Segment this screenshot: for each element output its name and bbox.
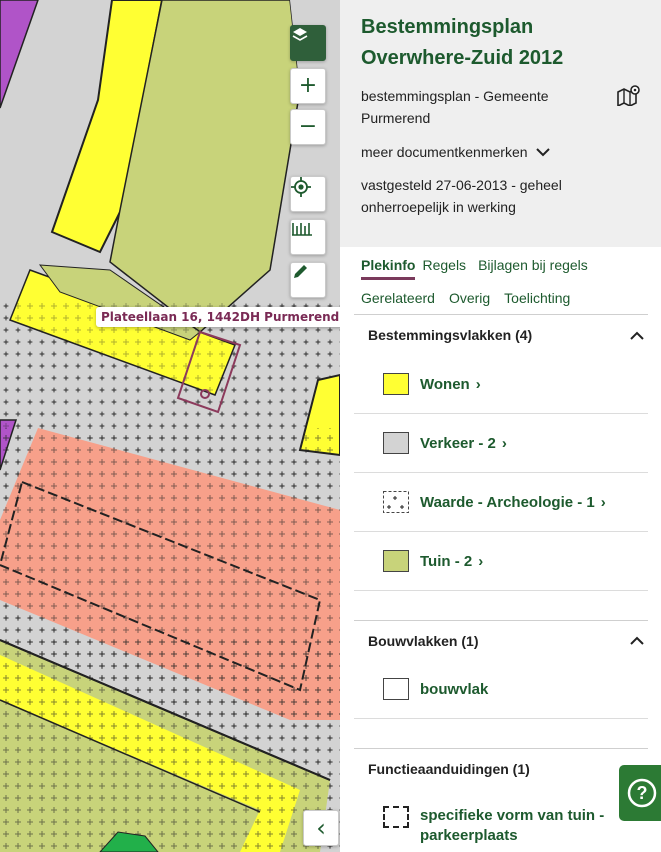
chevron-right-icon: › — [600, 493, 606, 511]
map-canvas[interactable] — [0, 0, 340, 852]
plan-subtitle: bestemmingsplan - Gemeente Purmerend — [361, 88, 549, 126]
section-header[interactable]: Functieaanduidingen (1) — [354, 748, 648, 788]
plan-status: vastgesteld 27-06-2013 - geheel onherroe… — [361, 177, 562, 215]
meer-label: meer documentkenmerken — [361, 144, 528, 160]
tab-overig[interactable]: Overig — [449, 282, 490, 315]
item-label: specifieke vorm van tuin - parkeerplaats — [420, 807, 605, 844]
layers-icon — [292, 28, 308, 41]
plus-icon: + — [298, 73, 318, 98]
list-item[interactable]: Tuin - 2 › — [354, 532, 648, 591]
item-label: bouwvlak — [420, 680, 489, 698]
item-label: Tuin - 2 — [420, 552, 473, 570]
section-header[interactable]: Bestemmingsvlakken (4) — [354, 315, 648, 355]
item-label: Wonen — [420, 375, 470, 393]
chevron-right-icon: › — [501, 434, 507, 452]
list-item[interactable]: Wonen › — [354, 355, 648, 414]
list-item[interactable]: Verkeer - 2 › — [354, 414, 648, 473]
section-functieaanduidingen: Functieaanduidingen (1) specifieke vorm … — [354, 748, 648, 852]
item-label: Waarde - Archeologie - 1 — [420, 493, 595, 511]
measure-button[interactable] — [290, 219, 326, 255]
section-title: Bestemmingsvlakken (4) — [368, 327, 533, 343]
zoom-in-button[interactable]: + — [290, 68, 326, 104]
section-header[interactable]: Bouwvlakken (1) — [354, 620, 648, 660]
chevron-up-icon — [630, 636, 644, 645]
map-pin-icon[interactable] — [617, 84, 641, 106]
color-swatch — [383, 678, 409, 700]
svg-text:?: ? — [637, 783, 648, 803]
tab-divider — [354, 314, 648, 315]
meer-documentkenmerken-toggle[interactable]: meer documentkenmerken — [361, 144, 641, 160]
collapse-panel-button[interactable]: ‹ — [303, 810, 339, 846]
tab-regels[interactable]: Regels — [422, 247, 466, 280]
zoom-out-button[interactable]: − — [290, 109, 326, 145]
chevron-left-icon: ‹ — [316, 814, 326, 842]
chevron-right-icon: › — [475, 375, 481, 393]
chevron-right-icon: › — [478, 552, 484, 570]
color-swatch — [383, 806, 409, 828]
info-panel: Bestemmingsplan Overwhere-Zuid 2012 best… — [340, 0, 661, 852]
section-title: Functieaanduidingen (1) — [368, 760, 530, 777]
chevron-up-icon — [630, 331, 644, 340]
locate-button[interactable] — [290, 176, 326, 212]
map-view[interactable]: + − Plateellaan 16, 1442DH Purmerend ‹ — [0, 0, 340, 852]
color-swatch — [383, 491, 409, 513]
address-label: Plateellaan 16, 1442DH Purmerend — [96, 307, 340, 327]
color-swatch — [383, 432, 409, 454]
tab-toelichting[interactable]: Toelichting — [504, 282, 570, 315]
section-title: Bouwvlakken (1) — [368, 632, 479, 649]
tab-bijlagen[interactable]: Bijlagen bij regels — [478, 247, 588, 280]
pencil-icon — [294, 265, 307, 278]
draw-button[interactable] — [290, 262, 326, 298]
panel-header: Bestemmingsplan Overwhere-Zuid 2012 best… — [340, 0, 661, 247]
question-icon: ? — [627, 778, 657, 808]
section-bouwvlakken: Bouwvlakken (1) bouwvlak — [354, 620, 648, 719]
page-title: Bestemmingsplan Overwhere-Zuid 2012 — [361, 16, 564, 69]
list-item[interactable]: bouwvlak — [354, 660, 648, 719]
tab-bar: Plekinfo Regels Bijlagen bij regels Gere… — [340, 247, 661, 315]
color-swatch — [383, 550, 409, 572]
ruler-icon — [292, 223, 312, 236]
help-button[interactable]: ? — [619, 765, 661, 821]
list-item[interactable]: Waarde - Archeologie - 1 › — [354, 473, 648, 532]
color-swatch — [383, 373, 409, 395]
crosshair-icon — [291, 177, 311, 197]
chevron-down-icon — [535, 147, 550, 156]
section-bestemmingsvlakken: Bestemmingsvlakken (4) Wonen › Verkeer - … — [354, 315, 648, 591]
tab-gerelateerd[interactable]: Gerelateerd — [361, 282, 435, 315]
layers-button[interactable] — [290, 25, 326, 61]
minus-icon: − — [298, 114, 318, 139]
item-label: Verkeer - 2 — [420, 434, 496, 452]
list-item[interactable]: specifieke vorm van tuin - parkeerplaats — [354, 788, 648, 852]
tab-plekinfo[interactable]: Plekinfo — [361, 247, 416, 280]
